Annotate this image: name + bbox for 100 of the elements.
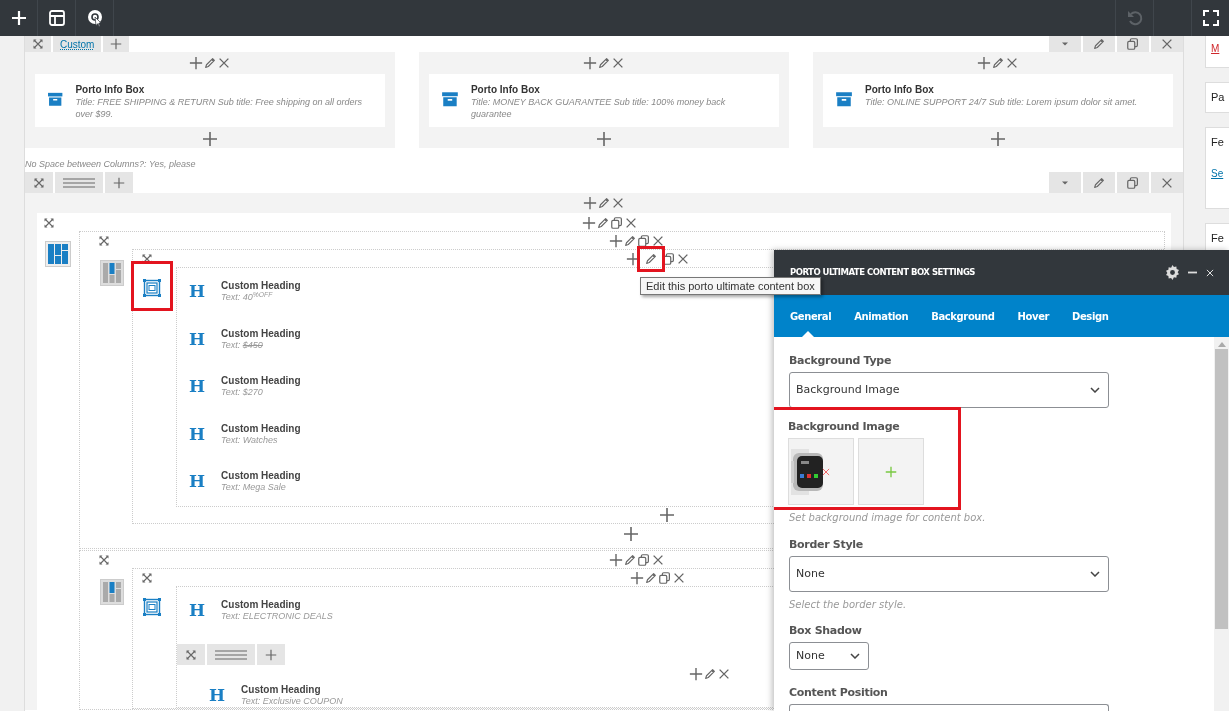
- element-title: Porto Info Box: [75, 83, 146, 97]
- clone-icon[interactable]: [637, 552, 651, 567]
- pencil-icon[interactable]: [703, 667, 717, 681]
- clone-icon[interactable]: [658, 570, 672, 585]
- row-layout-icon: [100, 260, 124, 286]
- heading-text: Text: 40$^{%OFF}$: [221, 292, 273, 304]
- move-icon[interactable]: [141, 571, 153, 584]
- chevron-icon: [1090, 387, 1100, 393]
- remove-icon[interactable]: [821, 467, 831, 477]
- move-button[interactable]: [25, 36, 51, 52]
- pencil-icon[interactable]: [623, 552, 637, 567]
- panel-tab[interactable]: Design: [1072, 295, 1120, 337]
- clone-button[interactable]: [1117, 36, 1149, 52]
- clone-icon[interactable]: [610, 216, 624, 230]
- help-text: Set background image for content box.: [789, 511, 987, 524]
- close-icon[interactable]: [717, 667, 731, 681]
- chevron-icon: [850, 653, 860, 659]
- field-label: Border Style: [789, 537, 864, 552]
- close-icon[interactable]: [624, 216, 638, 230]
- element-description: Title: MONEY BACK GUARANTEE Sub title: 100% money back guarantee: [470, 97, 727, 121]
- heading-title: Custom Heading: [221, 598, 302, 611]
- panel-tab[interactable]: General: [790, 295, 843, 337]
- move-icon[interactable]: [33, 176, 45, 189]
- close-icon[interactable]: [676, 252, 690, 266]
- heading-title: Custom Heading: [221, 375, 301, 388]
- panel-tab[interactable]: Background: [931, 295, 1006, 337]
- archive-icon: [47, 90, 64, 108]
- field-label: Box Shadow: [789, 623, 863, 638]
- pencil-button[interactable]: [1083, 172, 1115, 193]
- field-label: Background Image: [788, 419, 901, 434]
- close-icon[interactable]: [1160, 37, 1174, 51]
- move-icon[interactable]: [43, 217, 55, 229]
- minimize-icon[interactable]: [1188, 271, 1197, 274]
- close-button[interactable]: [1151, 36, 1183, 52]
- heading-title: Custom Heading: [241, 684, 322, 696]
- pencil-button[interactable]: [1083, 36, 1115, 52]
- heading-text: Text: ELECTRONIC DEALS: [221, 610, 333, 622]
- select-field[interactable]: None: [789, 642, 869, 670]
- heading-text: Text: Exclusive COUPON: [241, 696, 343, 707]
- pencil-icon[interactable]: [1092, 175, 1106, 190]
- heading-icon: H: [189, 283, 206, 301]
- heading-text: Text: $450: [221, 339, 264, 351]
- move-button[interactable]: [25, 172, 53, 193]
- clone-button[interactable]: [1117, 172, 1149, 193]
- pencil-icon[interactable]: [203, 56, 217, 70]
- select-field[interactable]: None: [789, 556, 1109, 592]
- pencil-icon[interactable]: [597, 196, 611, 210]
- heading-icon: H: [189, 378, 206, 396]
- pencil-icon[interactable]: [623, 234, 637, 248]
- fullscreen-icon[interactable]: [1200, 8, 1221, 28]
- scrollbar[interactable]: [1214, 337, 1229, 711]
- close-icon[interactable]: [1005, 56, 1019, 70]
- clone-icon[interactable]: [1126, 175, 1140, 190]
- heading-icon: H: [189, 425, 206, 443]
- help-text: Select the border style.: [789, 598, 908, 611]
- panel-title: PORTO ULTIMATE CONTENT BOX SETTINGS: [790, 266, 976, 279]
- sidebar-heading: Pa: [1211, 90, 1225, 105]
- move-icon[interactable]: [32, 38, 44, 50]
- sidebar-heading: Fe: [1211, 134, 1224, 150]
- heading-text: Text: Mega Sale: [221, 482, 287, 494]
- panel-tab[interactable]: Hover: [1017, 295, 1061, 337]
- close-icon[interactable]: [611, 56, 625, 70]
- pencil-icon[interactable]: [644, 570, 658, 585]
- archive-icon: [441, 90, 459, 108]
- layout-button[interactable]: Custom: [53, 36, 102, 52]
- close-icon[interactable]: [651, 234, 665, 248]
- move-icon[interactable]: [98, 553, 110, 566]
- pencil-icon[interactable]: [991, 56, 1005, 70]
- content-box-icon: [143, 279, 161, 297]
- chevron-icon: [1090, 571, 1100, 577]
- move-icon[interactable]: [98, 235, 110, 247]
- settings-icon[interactable]: [1165, 265, 1180, 280]
- clone-icon[interactable]: [637, 234, 651, 248]
- field-label: Background Type: [789, 353, 893, 368]
- caret-icon[interactable]: [1061, 180, 1069, 185]
- add-button[interactable]: [103, 36, 130, 52]
- heading-icon: H: [189, 601, 206, 619]
- sidebar-link[interactable]: M: [1211, 41, 1220, 56]
- caret-icon[interactable]: [1061, 42, 1069, 46]
- pencil-icon[interactable]: [596, 216, 610, 230]
- move-button[interactable]: [177, 644, 205, 665]
- pencil-icon[interactable]: [597, 56, 611, 70]
- panel-tab[interactable]: Animation: [854, 295, 920, 337]
- close-button[interactable]: [1151, 172, 1183, 193]
- heading-title: Custom Heading: [221, 327, 301, 340]
- field-label: Content Position: [789, 685, 889, 700]
- heading-icon: H: [189, 473, 206, 491]
- heading-text: Text: Watches: [221, 434, 279, 446]
- clone-icon[interactable]: [662, 252, 676, 266]
- sidebar-link[interactable]: Se: [1211, 166, 1224, 181]
- heading-icon: H: [209, 687, 226, 704]
- row-layout-icon: [45, 241, 71, 267]
- pencil-icon[interactable]: [1092, 37, 1106, 51]
- select-field[interactable]: Background Image: [789, 372, 1109, 408]
- clone-icon[interactable]: [1126, 37, 1140, 51]
- close-icon[interactable]: [217, 56, 231, 70]
- element-description: Title: FREE SHIPPING & RETURN Sub title: Free shipping on all orders over $99.: [75, 97, 363, 121]
- close-icon[interactable]: [611, 196, 625, 210]
- layout-icon[interactable]: [46, 8, 67, 28]
- move-icon[interactable]: [185, 648, 197, 661]
